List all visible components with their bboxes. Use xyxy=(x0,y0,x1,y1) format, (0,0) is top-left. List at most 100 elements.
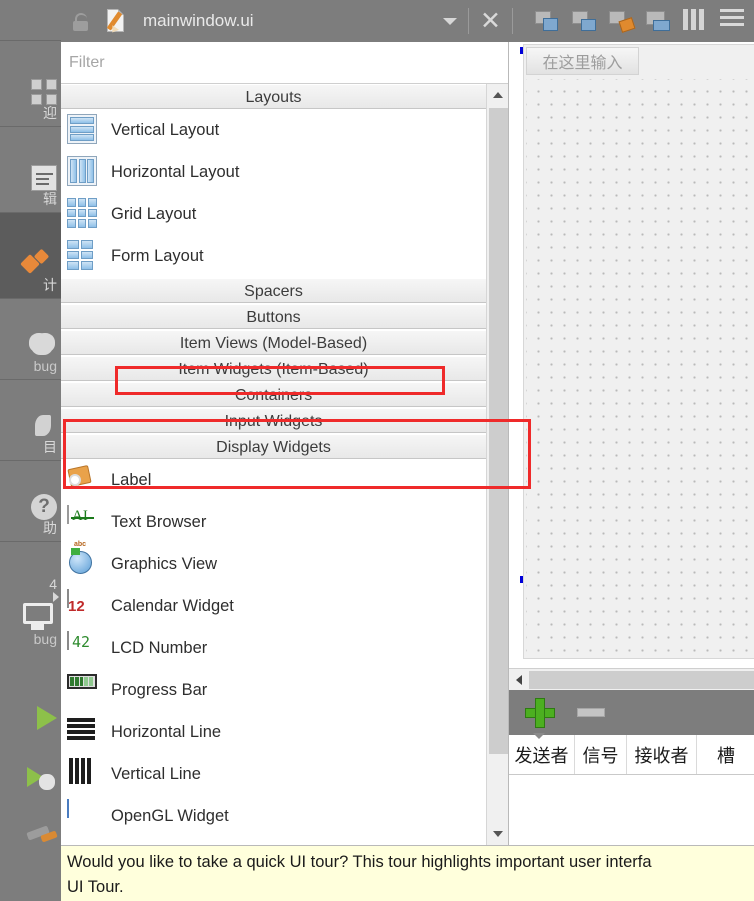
progress-bar-icon xyxy=(67,674,99,706)
unlock-icon[interactable] xyxy=(69,11,95,31)
widget-item-label: Horizontal Layout xyxy=(111,162,240,181)
widget-box-list[interactable]: Layouts Vertical Layout Horizontal Layou… xyxy=(61,84,486,845)
widget-item-graphics-view[interactable]: abc Graphics View xyxy=(61,541,486,585)
widget-item-label-text: Vertical Line xyxy=(111,764,201,783)
widget-item-text-browser[interactable]: AI Text Browser xyxy=(61,501,486,543)
widget-item-opengl-widget[interactable]: OpenGL Widget xyxy=(61,795,486,837)
run-button[interactable] xyxy=(0,668,61,730)
vertical-layout-icon xyxy=(67,114,99,146)
text-browser-icon: AI xyxy=(67,505,99,538)
category-item-widgets[interactable]: Item Widgets (Item-Based) xyxy=(61,356,486,381)
widget-item-vertical-line[interactable]: Vertical Line xyxy=(61,753,486,795)
sidebar-item-debug[interactable]: bug xyxy=(0,299,61,379)
kit-selector[interactable]: 4 bug xyxy=(0,542,61,652)
sidebar-item-projects[interactable]: 目 xyxy=(0,380,61,460)
debug-run-button[interactable] xyxy=(0,730,61,792)
widget-item-label[interactable]: Label xyxy=(61,459,486,501)
menubar-type-here-placeholder[interactable]: 在这里输入 xyxy=(526,47,639,75)
ui-file-edit-icon xyxy=(105,8,131,35)
widget-item-label-text: Graphics View xyxy=(111,554,218,573)
category-buttons[interactable]: Buttons xyxy=(61,304,486,329)
edit-buddies-icon[interactable] xyxy=(609,9,636,33)
add-plus-icon[interactable] xyxy=(525,697,555,728)
form-layout-icon xyxy=(67,240,99,272)
widget-item-label: Form Layout xyxy=(111,246,204,265)
category-containers[interactable]: Containers xyxy=(61,382,486,407)
scrollbar-track[interactable] xyxy=(529,670,754,689)
sidebar-item-help[interactable]: ? 助 xyxy=(0,461,61,541)
edit-signals-slots-icon[interactable] xyxy=(572,9,599,33)
form-editor-pane: 在这里输入 发送者 信号 接收者 槽 xyxy=(508,42,754,845)
widget-item-horizontal-line[interactable]: Horizontal Line xyxy=(61,711,486,753)
qt-creator-window: 迎 辑 计 bug 目 ? 助 4 bug mainwindow.ui ✕ Fi… xyxy=(0,0,754,901)
column-header-sender[interactable]: 发送者 xyxy=(509,735,575,774)
debug-bug-icon xyxy=(29,332,57,358)
signal-slot-toolbar xyxy=(509,690,754,735)
grid-welcome-icon xyxy=(31,79,57,105)
editor-titlebar: mainwindow.ui ✕ xyxy=(61,0,754,42)
form-horizontal-scrollbar[interactable] xyxy=(509,668,754,690)
horizontal-layout-icon xyxy=(67,156,99,188)
design-icon xyxy=(20,248,57,277)
chevron-left-icon[interactable] xyxy=(509,670,529,690)
desktop-kit-icon xyxy=(23,603,57,631)
widget-item-form-layout[interactable]: Form Layout xyxy=(61,235,486,277)
calendar-widget-icon: 12 xyxy=(67,589,99,622)
divider xyxy=(512,8,513,34)
notification-line-1: Would you like to take a quick UI tour? … xyxy=(67,853,652,871)
label-icon xyxy=(67,464,99,496)
horizontal-line-icon xyxy=(67,716,99,748)
opengl-widget-icon xyxy=(67,799,99,832)
sidebar-item-edit[interactable]: 辑 xyxy=(0,127,61,212)
close-icon[interactable]: ✕ xyxy=(480,8,501,34)
column-header-receiver[interactable]: 接收者 xyxy=(627,735,697,774)
main-window-form[interactable]: 在这里输入 xyxy=(523,44,754,659)
widget-box-panel: Layouts Vertical Layout Horizontal Layou… xyxy=(61,84,509,845)
sidebar-item-design[interactable]: 计 xyxy=(0,213,61,298)
chevron-up-icon[interactable] xyxy=(487,84,509,106)
build-button[interactable] xyxy=(0,792,61,847)
chevron-down-icon[interactable] xyxy=(443,17,458,25)
category-spacers[interactable]: Spacers xyxy=(61,278,486,303)
edit-tab-order-icon[interactable] xyxy=(646,9,673,33)
widget-item-progress-bar[interactable]: Progress Bar xyxy=(61,669,486,711)
widget-item-label-text: Text Browser xyxy=(111,512,207,531)
remove-minus-icon[interactable] xyxy=(577,708,605,717)
category-item-views[interactable]: Item Views (Model-Based) xyxy=(61,330,486,355)
vertical-splitter-icon[interactable] xyxy=(683,9,710,33)
category-layouts[interactable]: Layouts xyxy=(61,84,486,109)
editor-filename: mainwindow.ui xyxy=(143,11,254,30)
menu-hamburger-icon[interactable] xyxy=(720,9,747,33)
sort-indicator-icon xyxy=(533,733,545,739)
column-header-signal[interactable]: 信号 xyxy=(575,735,627,774)
widget-item-grid-layout[interactable]: Grid Layout xyxy=(61,193,486,235)
form-canvas[interactable]: 在这里输入 xyxy=(509,42,754,668)
kit-label: bug xyxy=(33,631,57,647)
signal-slot-editor: 发送者 信号 接收者 槽 xyxy=(509,690,754,845)
widget-box-scrollbar[interactable] xyxy=(486,84,509,845)
lcd-number-icon: 42 xyxy=(67,631,99,664)
widget-item-vertical-layout[interactable]: Vertical Layout xyxy=(61,109,486,151)
column-header-slot[interactable]: 槽 xyxy=(697,735,754,774)
mode-selector-sidebar: 迎 辑 计 bug 目 ? 助 4 bug xyxy=(0,0,61,901)
modebar-top-spacer xyxy=(0,0,61,40)
central-widget-grid[interactable] xyxy=(526,79,754,656)
scrollbar-thumb[interactable] xyxy=(489,108,508,754)
kit-number: 4 xyxy=(49,576,57,592)
help-question-icon: ? xyxy=(31,494,57,520)
projects-wrench-icon xyxy=(31,413,57,439)
edit-widgets-icon[interactable] xyxy=(535,9,562,33)
widget-item-horizontal-layout[interactable]: Horizontal Layout xyxy=(61,151,486,193)
ui-tour-notification-bar[interactable]: Would you like to take a quick UI tour? … xyxy=(61,845,754,901)
run-debug-icon xyxy=(27,766,57,792)
widget-item-label-text: Label xyxy=(111,470,152,489)
widget-item-calendar-widget[interactable]: 12 Calendar Widget xyxy=(61,585,486,627)
widget-item-label-text: OpenGL Widget xyxy=(111,806,229,825)
category-input-widgets[interactable]: Input Widgets xyxy=(61,408,486,433)
widget-item-label-text: Calendar Widget xyxy=(111,596,234,615)
sidebar-item-welcome[interactable]: 迎 xyxy=(0,41,61,126)
chevron-down-icon[interactable] xyxy=(487,823,509,845)
widget-item-lcd-number[interactable]: 42 LCD Number xyxy=(61,627,486,669)
widget-item-label: Vertical Layout xyxy=(111,120,220,139)
category-display-widgets[interactable]: Display Widgets xyxy=(61,434,486,459)
